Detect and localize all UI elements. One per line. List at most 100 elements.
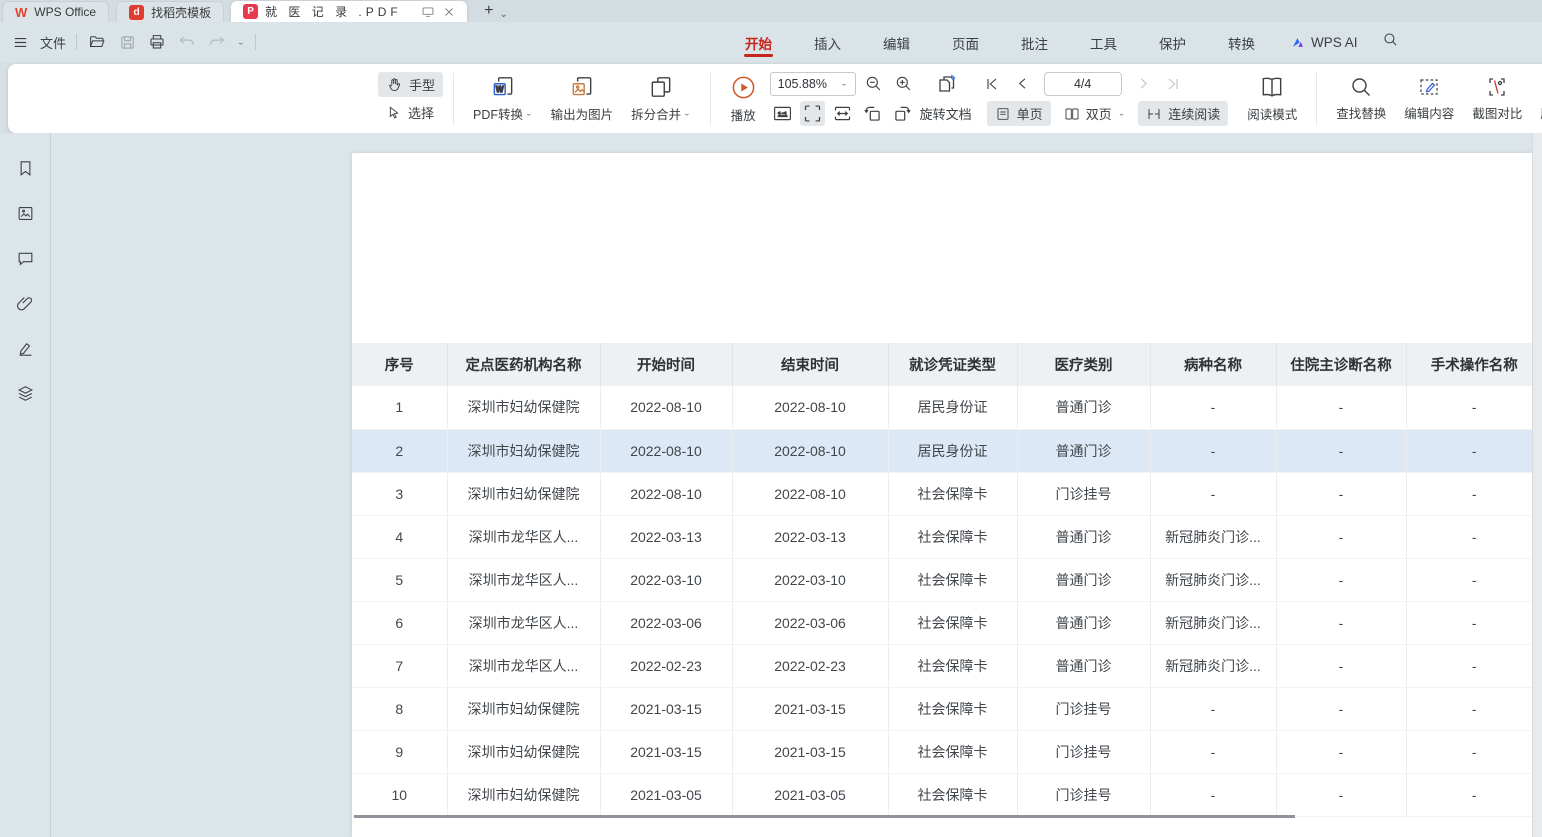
table-cell: 2022-03-06	[732, 601, 888, 644]
table-cell: -	[1406, 558, 1542, 601]
quick-access-chevron-icon[interactable]: ⌄	[237, 38, 245, 47]
print-button[interactable]	[147, 32, 167, 52]
table-cell: 2	[352, 429, 447, 472]
rotate-left-icon	[862, 103, 883, 124]
close-tab-icon[interactable]	[443, 6, 455, 18]
pdf-page[interactable]: 序号定点医药机构名称开始时间结束时间就诊凭证类型医疗类别病种名称住院主诊断名称手…	[352, 153, 1532, 837]
attachment-panel-button[interactable]	[14, 292, 36, 314]
tab-document-pdf[interactable]: P 就 医 记 录 .PDF	[231, 1, 467, 22]
menu-tab-edit[interactable]: 编辑	[866, 24, 927, 60]
edit-content-button[interactable]: 编辑内容	[1395, 72, 1463, 125]
table-row: 2深圳市妇幼保健院2022-08-102022-08-10居民身份证普通门诊--…	[352, 429, 1542, 472]
split-merge-button[interactable]: 拆分合并⌄	[622, 71, 700, 126]
table-cell: -	[1150, 730, 1276, 773]
rotate-pages-button[interactable]	[933, 71, 961, 96]
tab-label: 就 医 记 录 .PDF	[265, 3, 402, 20]
table-cell: -	[1406, 730, 1542, 773]
compress-button[interactable]: 压缩	[1531, 72, 1542, 125]
zoom-level-select[interactable]: 105.88%⌄	[770, 72, 856, 96]
table-cell: 普通门诊	[1017, 429, 1150, 472]
next-page-button[interactable]	[1131, 71, 1156, 96]
export-image-button[interactable]: 输出为图片	[542, 71, 623, 126]
rotate-left-button[interactable]	[860, 101, 885, 126]
menu-tab-tools[interactable]: 工具	[1073, 24, 1134, 60]
save-button[interactable]	[117, 32, 137, 52]
single-page-button[interactable]: 单页	[987, 101, 1051, 126]
file-menu-label[interactable]: 文件	[40, 33, 66, 52]
screen-share-icon[interactable]	[421, 5, 435, 19]
continuous-read-button[interactable]: 连续阅读	[1138, 101, 1228, 126]
double-page-icon	[1064, 106, 1080, 122]
table-header-cell: 定点医药机构名称	[447, 343, 600, 386]
prev-page-button[interactable]	[1010, 71, 1035, 96]
table-cell: 社会保障卡	[888, 644, 1017, 687]
signature-panel-button[interactable]	[14, 337, 36, 359]
table-cell: 2022-03-13	[600, 515, 732, 558]
thumbnail-panel-button[interactable]	[14, 202, 36, 224]
menu-tab-wps-ai[interactable]: WPS AI	[1280, 35, 1368, 50]
read-mode-button[interactable]: 阅读模式	[1238, 71, 1306, 126]
first-page-button[interactable]	[980, 71, 1005, 96]
new-tab-button[interactable]: +	[474, 2, 499, 22]
play-button[interactable]: 播放	[721, 71, 766, 127]
main-menu-button[interactable]	[10, 32, 30, 52]
tab-list-chevron-icon[interactable]: ⌄	[499, 9, 507, 22]
menu-tab-page[interactable]: 页面	[935, 24, 996, 60]
rotate-right-button[interactable]	[890, 101, 915, 126]
table-cell: 2021-03-15	[732, 730, 888, 773]
layers-panel-button[interactable]	[14, 382, 36, 404]
zoom-in-icon	[894, 74, 913, 93]
fit-page-button[interactable]	[800, 101, 825, 126]
find-replace-button[interactable]: 查找替换	[1327, 72, 1395, 125]
screenshot-compare-button[interactable]: 截图对比	[1463, 72, 1531, 125]
fit-width-button[interactable]	[830, 101, 855, 126]
zoom-in-button[interactable]	[891, 71, 916, 96]
table-cell: -	[1150, 429, 1276, 472]
table-cell: 2022-03-13	[732, 515, 888, 558]
bookmark-panel-button[interactable]	[14, 157, 36, 179]
menu-tab-comment[interactable]: 批注	[1004, 24, 1065, 60]
tab-docer-templates[interactable]: d 找稻壳模板	[116, 1, 224, 22]
actual-size-button[interactable]: 1:1	[770, 101, 795, 126]
table-cell: 深圳市妇幼保健院	[447, 429, 600, 472]
svg-text:W: W	[496, 85, 504, 94]
table-row: 9深圳市妇幼保健院2021-03-152021-03-15社会保障卡门诊挂号--…	[352, 730, 1542, 773]
menu-tab-convert[interactable]: 转换	[1211, 24, 1272, 60]
table-cell: 2021-03-15	[600, 730, 732, 773]
double-page-button[interactable]: 双页⌄	[1056, 101, 1134, 126]
table-cell: -	[1276, 687, 1406, 730]
menu-tab-home[interactable]: 开始	[728, 24, 789, 60]
one-to-one-icon: 1:1	[772, 103, 793, 124]
pdf-convert-button[interactable]: W PDF转换⌄	[464, 71, 542, 126]
table-header-cell: 医疗类别	[1017, 343, 1150, 386]
table-cell: 社会保障卡	[888, 773, 1017, 816]
page-indicator-input[interactable]: 4/4	[1044, 72, 1122, 96]
comment-panel-button[interactable]	[14, 247, 36, 269]
menu-tab-protect[interactable]: 保护	[1142, 24, 1203, 60]
left-panel-rail	[0, 133, 51, 837]
table-cell: -	[1406, 515, 1542, 558]
menu-row: 文件 ⌄ 开始 插入 编辑 页面 批注	[0, 22, 1542, 62]
zoom-out-icon	[864, 74, 883, 93]
redo-button[interactable]	[207, 32, 227, 52]
menu-tab-insert[interactable]: 插入	[797, 24, 858, 60]
last-page-button[interactable]	[1161, 71, 1186, 96]
prev-page-icon	[1015, 76, 1030, 91]
vertical-scrollbar[interactable]	[1532, 133, 1542, 837]
fit-width-icon	[832, 103, 853, 124]
open-file-button[interactable]	[87, 32, 107, 52]
medical-table: 序号定点医药机构名称开始时间结束时间就诊凭证类型医疗类别病种名称住院主诊断名称手…	[352, 343, 1542, 817]
table-cell: -	[1406, 472, 1542, 515]
undo-button[interactable]	[177, 32, 197, 52]
zoom-out-button[interactable]	[861, 71, 886, 96]
table-cell: 2022-02-23	[600, 644, 732, 687]
hand-tool-button[interactable]: 手型	[378, 72, 443, 97]
menu-search-button[interactable]	[1376, 31, 1405, 53]
rotate-right-icon	[892, 103, 913, 124]
tab-wps-office[interactable]: W WPS Office	[2, 1, 109, 22]
table-cell: -	[1276, 472, 1406, 515]
table-cell: 深圳市妇幼保健院	[447, 472, 600, 515]
select-tool-button[interactable]: 选择	[378, 100, 443, 125]
rotate-doc-label[interactable]: 旋转文档	[920, 104, 972, 123]
rotate-pages-icon	[935, 72, 959, 96]
